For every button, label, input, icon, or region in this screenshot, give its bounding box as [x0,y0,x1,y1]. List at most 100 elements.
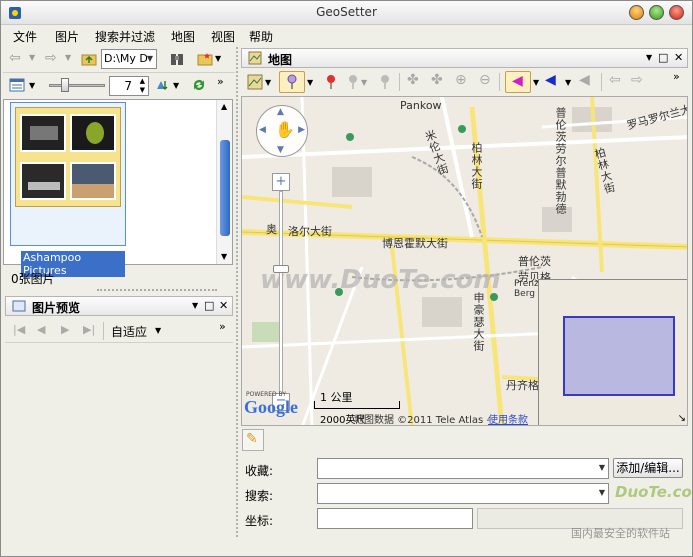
back-arrow-icon[interactable]: ⇦ [9,50,21,66]
more-chevron-icon[interactable]: » [217,75,224,88]
forward-arrow-icon[interactable]: ⇨ [45,50,57,66]
chevron-down-icon[interactable]: ▼ [155,326,161,335]
chevron-down-icon[interactable]: ▼ [215,54,221,63]
forward-arrow-icon[interactable]: ⇨ [631,72,643,88]
terms-link[interactable]: 使用条款 [488,411,528,425]
chevron-down-icon[interactable]: ▼ [29,81,35,90]
add-edit-button[interactable]: 添加/编辑... [613,458,683,478]
resize-corner-icon[interactable]: ↘ [678,413,686,424]
zoom-out-icon[interactable]: ⊖ [479,72,491,88]
magenta-flag-toggle[interactable]: ◀ [505,71,531,93]
spin-down-icon[interactable]: ▼ [140,86,145,94]
toolbar-separator [103,322,104,340]
pan-down-icon[interactable]: ▼ [277,145,284,155]
gray-flag-icon[interactable]: ◀ [579,72,590,88]
maximize-button[interactable] [649,5,664,20]
splitter-handle[interactable] [97,289,217,291]
chevron-down-icon[interactable]: ▼ [265,78,271,87]
site-watermark-slogan: 国内最安全的软件站 [571,527,670,540]
scroll-thumb[interactable] [220,140,230,236]
marker-mode-toggle[interactable] [279,71,305,93]
menu-view[interactable]: 视图 [211,28,235,45]
menu-map[interactable]: 地图 [171,28,195,45]
red-pin-icon[interactable] [323,74,339,90]
blue-arrow-icon[interactable]: ◀ [545,72,556,88]
thumbnail-scrollbar[interactable]: ▲ ▼ [216,100,232,264]
menu-image[interactable]: 图片 [55,28,79,45]
panel-float-icon[interactable]: □ [658,51,668,64]
overview-viewport[interactable] [563,316,675,396]
map-view[interactable]: Pankow 米伦大街 柏林大街 普伦茨劳尔普默勃德 罗马罗尔兰大 柏林大街 奥… [241,96,688,426]
menu-help[interactable]: 帮助 [249,28,273,45]
slider-handle[interactable] [61,78,69,92]
photo-thumb-1 [20,114,66,152]
chevron-down-icon[interactable]: ▼ [307,78,313,87]
refresh-icon[interactable] [191,77,207,93]
menu-file[interactable]: 文件 [13,28,37,45]
vertical-splitter[interactable] [236,47,238,537]
zoom-value: 7 [124,79,132,93]
back-dropdown-icon[interactable]: ▼ [29,53,35,62]
pin-remove-icon[interactable] [377,74,393,90]
pan-up-icon[interactable]: ▲ [277,107,284,117]
chevron-down-icon[interactable]: ▼ [533,78,539,87]
edit-button[interactable]: ✎ [242,429,264,451]
track-icon[interactable]: ✤ [431,72,443,88]
chevron-down-icon[interactable]: ▼ [565,78,571,87]
back-arrow-icon[interactable]: ⇦ [609,72,621,88]
map-panel-icon [248,51,262,65]
last-icon[interactable]: ▶| [83,323,95,336]
zoom-slider-track[interactable] [279,191,283,397]
pin-add-icon[interactable] [345,74,361,90]
coords-field[interactable] [317,508,473,529]
chevron-down-icon[interactable]: ▼ [173,81,179,90]
chevron-down-icon[interactable]: ▼ [361,78,367,87]
zoom-spinbox[interactable]: 7 ▲ ▼ [109,76,149,96]
preview-panel-icon [12,300,26,312]
view-list-icon[interactable] [9,77,25,93]
close-button[interactable] [669,5,684,20]
scroll-down-icon[interactable]: ▼ [221,252,227,261]
path-combo[interactable]: D:\My D ▼ [101,49,157,69]
map-label-street: 普伦茨劳尔普默勃德 [554,107,567,215]
overview-map[interactable]: ↘ [538,279,687,425]
folder-favorites-icon[interactable] [197,51,213,67]
sort-icon[interactable] [155,77,171,93]
location-pin-icon [287,74,297,89]
binoculars-icon[interactable] [169,51,185,67]
minimize-button[interactable] [629,5,644,20]
folder-up-icon[interactable] [81,51,97,67]
site-watermark: DuoTe.com 国内最安全的软件站 [571,479,693,540]
zoom-in-icon[interactable]: ⊕ [455,72,467,88]
map-type-icon[interactable] [247,74,263,90]
previous-icon[interactable]: ◀ [37,323,45,336]
path-value: D:\My D [104,52,148,65]
fit-mode-button[interactable]: 自适应 [111,323,147,340]
photo-thumb-2 [70,114,116,152]
scroll-up-icon[interactable]: ▲ [221,102,227,111]
zoom-in-button[interactable]: + [272,173,290,191]
thumbnail-size-slider[interactable] [49,84,105,87]
panel-menu-icon[interactable]: ▼ [192,301,198,310]
menu-search-filter[interactable]: 搜索并过滤 [95,28,155,45]
more-chevron-icon[interactable]: » [219,320,226,333]
first-icon[interactable]: |◀ [13,323,25,336]
panel-float-icon[interactable]: □ [204,299,214,312]
search-combo[interactable]: ▼ [317,483,609,504]
pan-control[interactable]: ▲ ◀ ▶ ▼ ✋ [256,105,308,157]
map-label-street: 奥 [266,223,277,236]
pan-left-icon[interactable]: ◀ [259,125,266,135]
forward-dropdown-icon[interactable]: ▼ [65,53,71,62]
search-label: 搜索: [245,489,274,503]
more-chevron-icon[interactable]: » [673,70,680,83]
folder-thumbnail[interactable]: Ashampoo Pictures [10,102,126,277]
spin-up-icon[interactable]: ▲ [140,77,145,85]
zoom-slider-handle[interactable] [273,265,289,273]
panel-close-icon[interactable]: ✕ [219,299,228,312]
next-icon[interactable]: ▶ [61,323,69,336]
favorites-combo[interactable]: ▼ [317,458,609,479]
footprints-icon[interactable]: ✤ [407,72,419,88]
panel-close-icon[interactable]: ✕ [674,51,683,64]
pan-right-icon[interactable]: ▶ [298,125,305,135]
panel-menu-icon[interactable]: ▼ [646,53,652,62]
